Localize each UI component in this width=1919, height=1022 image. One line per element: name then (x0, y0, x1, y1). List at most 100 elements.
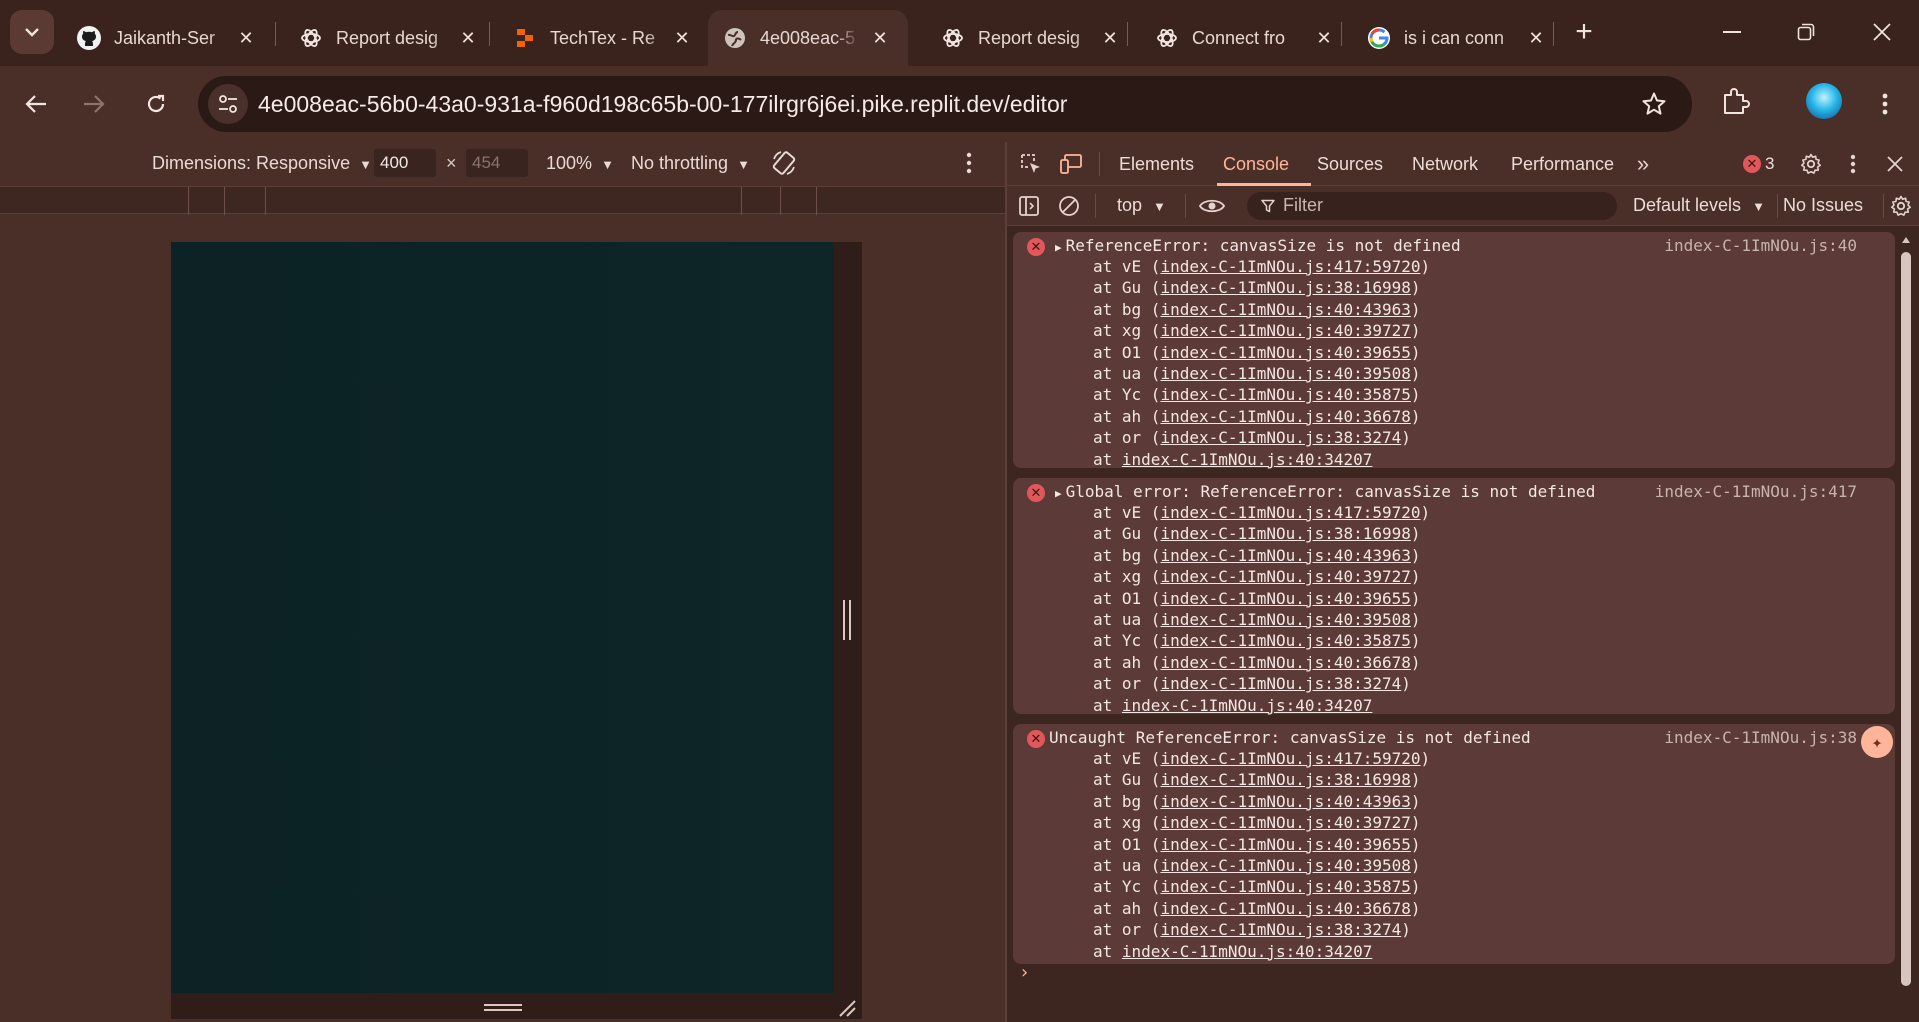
filter-input[interactable]: Filter (1247, 192, 1617, 220)
more-tabs-icon[interactable]: » (1631, 151, 1655, 176)
stack-frame-link[interactable]: index-C-1ImNOu.js:38:16998 (1160, 278, 1410, 297)
console-error-message[interactable]: ✕ ▶ ReferenceError: canvasSize is not defi… (1013, 232, 1895, 469)
close-icon[interactable]: ✕ (236, 28, 256, 48)
resize-handle-right[interactable] (843, 600, 851, 640)
close-icon[interactable]: ✕ (1314, 28, 1334, 48)
expand-triangle-icon[interactable]: ▶ (1055, 487, 1062, 500)
console-settings-gear-icon[interactable] (1889, 194, 1913, 218)
site-info-button[interactable] (208, 84, 248, 124)
error-counter[interactable]: ✕ 3 (1743, 154, 1774, 174)
expand-triangle-icon[interactable]: ▶ (1055, 241, 1062, 254)
devtools-menu-icon[interactable] (1841, 152, 1865, 176)
rotate-icon[interactable] (770, 149, 798, 182)
settings-gear-icon[interactable] (1799, 152, 1823, 176)
reload-button[interactable] (136, 84, 176, 124)
profile-avatar[interactable] (1806, 83, 1842, 119)
stack-frame-link[interactable]: index-C-1ImNOu.js:40:35875 (1160, 385, 1410, 404)
stack-frame-link[interactable]: index-C-1ImNOu.js:38:3274 (1160, 428, 1401, 447)
error-source-link[interactable]: index-C-1ImNOu.js:417 (1655, 482, 1857, 501)
stack-frame-link[interactable]: index-C-1ImNOu.js:417:59720 (1160, 257, 1420, 276)
device-toggle-icon[interactable] (1059, 152, 1083, 176)
stack-frame-link[interactable]: index-C-1ImNOu.js:40:36678 (1160, 407, 1410, 426)
zoom-dropdown[interactable]: 100% ▼ (546, 153, 614, 174)
address-bar[interactable]: 4e008eac-56b0-43a0-931a-f960d198c65b-00-… (198, 76, 1692, 132)
stack-frame-link[interactable]: index-C-1ImNOu.js:40:39655 (1160, 835, 1410, 854)
stack-frame-link[interactable]: index-C-1ImNOu.js:38:16998 (1160, 770, 1410, 789)
forward-button[interactable] (74, 84, 114, 124)
stack-frame-link[interactable]: index-C-1ImNOu.js:38:3274 (1160, 674, 1401, 693)
close-icon[interactable]: ✕ (672, 28, 692, 48)
close-icon[interactable]: ✕ (1100, 28, 1120, 48)
close-icon[interactable]: ✕ (870, 28, 890, 48)
error-message-text[interactable]: ▶ Global error: ReferenceError: canvasSiz… (1055, 482, 1595, 501)
stack-frame-link[interactable]: index-C-1ImNOu.js:40:39655 (1160, 343, 1410, 362)
browser-tab[interactable]: Connect fro ✕ (1140, 10, 1352, 66)
emulated-viewport[interactable] (171, 242, 834, 993)
console-scrollbar[interactable] (1899, 234, 1913, 1000)
tab-elements[interactable]: Elements (1119, 154, 1194, 175)
tab-network[interactable]: Network (1412, 154, 1478, 175)
resize-handle-bottom[interactable] (484, 1004, 522, 1012)
tab-performance[interactable]: Performance (1511, 154, 1614, 175)
stack-frame-link[interactable]: index-C-1ImNOu.js:40:39655 (1160, 589, 1410, 608)
stack-frame-link[interactable]: index-C-1ImNOu.js:40:43963 (1160, 546, 1410, 565)
throttling-dropdown[interactable]: No throttling ▼ (631, 153, 750, 174)
stack-frame-link[interactable]: index-C-1ImNOu.js:40:36678 (1160, 899, 1410, 918)
new-tab-button[interactable]: + (1566, 14, 1602, 50)
sidebar-toggle-icon[interactable] (1017, 194, 1041, 218)
clear-console-icon[interactable] (1057, 194, 1081, 218)
stack-frame-link[interactable]: index-C-1ImNOu.js:417:59720 (1160, 503, 1420, 522)
stack-frame-link[interactable]: index-C-1ImNOu.js:38:3274 (1160, 920, 1401, 939)
browser-tab[interactable]: is i can conn ✕ (1352, 10, 1564, 66)
height-input[interactable]: 454 (466, 149, 528, 177)
stack-frame-link[interactable]: index-C-1ImNOu.js:40:34207 (1122, 942, 1372, 961)
browser-tab[interactable]: Report desig ✕ (926, 10, 1138, 66)
browser-tab[interactable]: Report desig ✕ (284, 10, 496, 66)
stack-frame-link[interactable]: index-C-1ImNOu.js:40:43963 (1160, 300, 1410, 319)
close-icon[interactable]: ✕ (458, 28, 478, 48)
console-error-message[interactable]: ✕ ▶ Global error: ReferenceError: canvasSi… (1013, 478, 1895, 715)
error-message-text[interactable]: ▶ ReferenceError: canvasSize is not defin… (1055, 236, 1461, 255)
resize-corner-icon[interactable] (838, 999, 856, 1017)
scrollbar-thumb[interactable] (1901, 252, 1911, 986)
close-devtools-icon[interactable] (1883, 152, 1907, 176)
close-window-button[interactable] (1862, 14, 1902, 50)
stack-frame-link[interactable]: index-C-1ImNOu.js:40:39508 (1160, 856, 1410, 875)
browser-tab[interactable]: Jaikanth-Ser ✕ (62, 10, 274, 66)
tab-console[interactable]: Console (1223, 154, 1289, 175)
url-text[interactable]: 4e008eac-56b0-43a0-931a-f960d198c65b-00-… (258, 91, 1067, 118)
browser-menu-button[interactable] (1870, 84, 1900, 124)
close-icon[interactable]: ✕ (1526, 28, 1546, 48)
back-button[interactable] (16, 84, 56, 124)
tab-sources[interactable]: Sources (1317, 154, 1383, 175)
more-vert-icon[interactable] (966, 152, 972, 179)
extensions-puzzle-icon[interactable] (1720, 84, 1752, 121)
context-dropdown[interactable]: top ▼ (1117, 195, 1166, 216)
stack-frame-link[interactable]: index-C-1ImNOu.js:40:39727 (1160, 567, 1410, 586)
stack-frame-link[interactable]: index-C-1ImNOu.js:40:34207 (1122, 450, 1372, 469)
tab-search-button[interactable] (10, 10, 54, 54)
issues-button[interactable]: No Issues (1783, 195, 1863, 216)
console-prompt[interactable]: › (1019, 962, 1030, 983)
bookmark-star-icon[interactable] (1640, 90, 1668, 118)
stack-frame-link[interactable]: index-C-1ImNOu.js:40:36678 (1160, 653, 1410, 672)
dimensions-dropdown[interactable]: Dimensions: Responsive ▼ (152, 153, 372, 174)
stack-frame-link[interactable]: index-C-1ImNOu.js:40:39508 (1160, 364, 1410, 383)
width-input[interactable]: 400 (374, 149, 436, 177)
stack-frame-link[interactable]: index-C-1ImNOu.js:40:35875 (1160, 631, 1410, 650)
stack-frame-link[interactable]: index-C-1ImNOu.js:40:39727 (1160, 813, 1410, 832)
minimize-button[interactable] (1712, 14, 1752, 50)
stack-frame-link[interactable]: index-C-1ImNOu.js:38:16998 (1160, 524, 1410, 543)
stack-frame-link[interactable]: index-C-1ImNOu.js:40:35875 (1160, 877, 1410, 896)
stack-frame-link[interactable]: index-C-1ImNOu.js:40:39508 (1160, 610, 1410, 629)
ai-explain-icon[interactable]: ✦ (1861, 726, 1893, 758)
stack-frame-link[interactable]: index-C-1ImNOu.js:417:59720 (1160, 749, 1420, 768)
browser-tab[interactable]: TechTex - Re ✕ (498, 10, 710, 66)
stack-frame-link[interactable]: index-C-1ImNOu.js:40:43963 (1160, 792, 1410, 811)
eye-icon[interactable] (1197, 194, 1227, 218)
inspect-element-icon[interactable] (1019, 152, 1043, 176)
stack-frame-link[interactable]: index-C-1ImNOu.js:40:34207 (1122, 696, 1372, 715)
restore-button[interactable] (1786, 14, 1826, 50)
stack-frame-link[interactable]: index-C-1ImNOu.js:40:39727 (1160, 321, 1410, 340)
console-error-message[interactable]: ✕ Uncaught ReferenceError: canvasSize is … (1013, 724, 1895, 964)
